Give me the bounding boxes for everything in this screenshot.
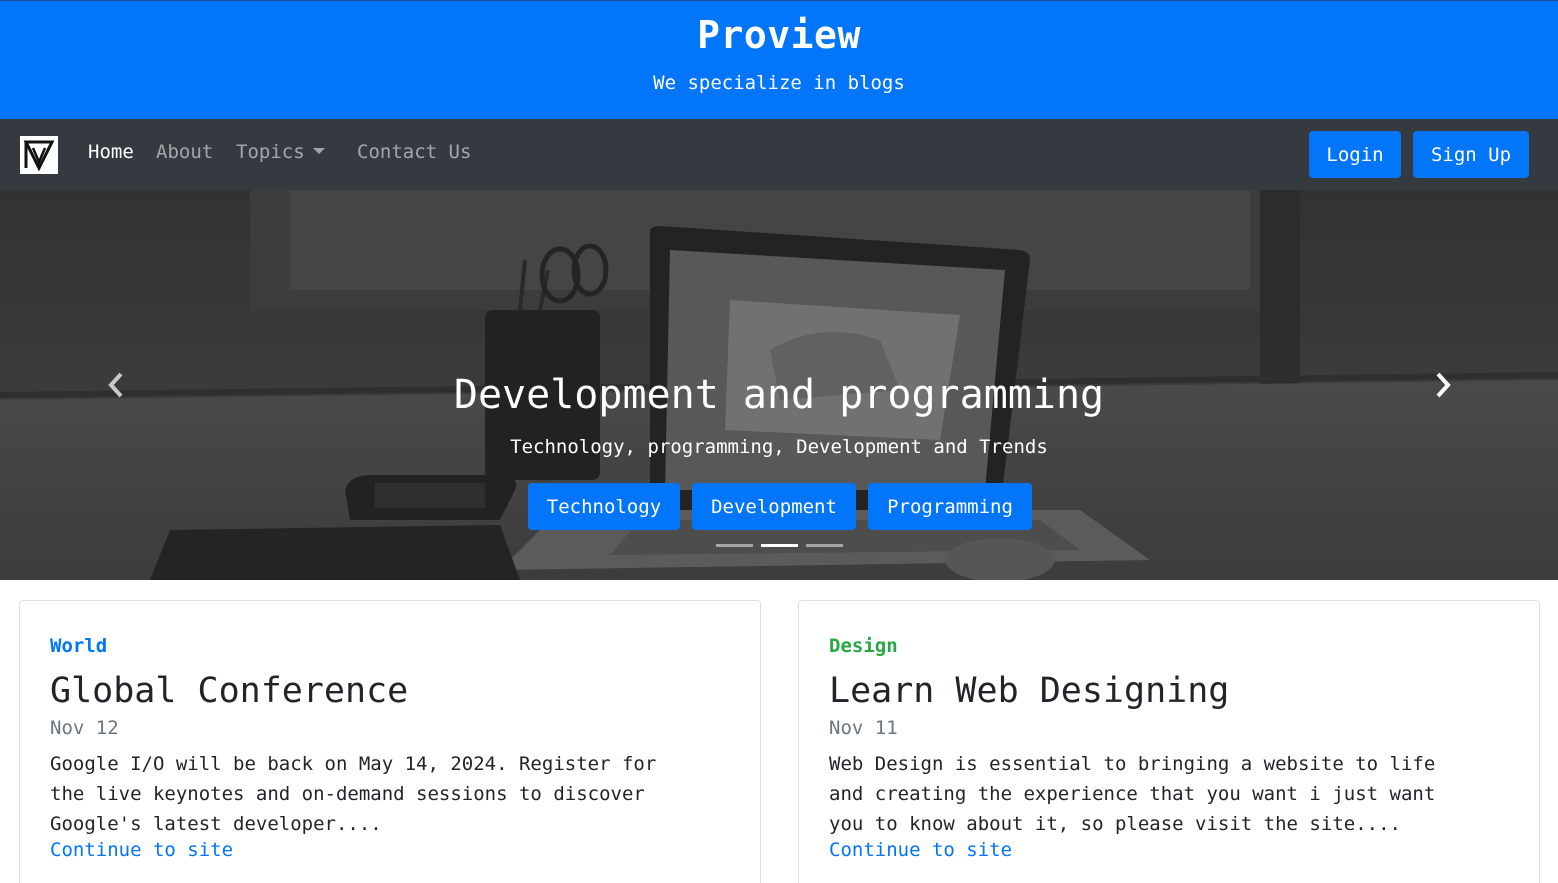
nav-home[interactable]: Home	[88, 141, 134, 163]
post-excerpt-line: Google's latest developer....	[50, 813, 382, 835]
post-title: Learn Web Designing	[829, 671, 1230, 711]
nav-topics-label: Topics	[236, 141, 305, 163]
hero-carousel: Development and programming Technology, …	[0, 190, 1558, 580]
nav-about[interactable]: About	[156, 141, 213, 163]
technology-button[interactable]: Technology	[528, 483, 680, 530]
carousel-indicator-3[interactable]	[806, 544, 843, 547]
post-date: Nov 11	[829, 717, 898, 739]
nav-contact[interactable]: Contact Us	[357, 141, 471, 163]
post-excerpt-line: Web Design is essential to bringing a we…	[829, 753, 1436, 775]
carousel-indicator-2[interactable]	[761, 544, 798, 547]
development-button[interactable]: Development	[692, 483, 856, 530]
continue-link[interactable]: Continue to site	[829, 839, 1012, 861]
nav-topics-dropdown[interactable]: Topics	[236, 141, 325, 163]
post-category: World	[50, 635, 108, 657]
post-excerpt: Google I/O will be back on May 14, 2024.…	[50, 749, 730, 839]
brand-logo-icon[interactable]	[20, 136, 58, 174]
post-card-world: World Global Conference Nov 12 Google I/…	[19, 600, 761, 883]
continue-link[interactable]: Continue to site	[50, 839, 233, 861]
carousel-subtitle: Technology, programming, Development and…	[510, 436, 1048, 458]
post-excerpt-line: the live keynotes and on-demand sessions…	[50, 783, 645, 805]
post-date: Nov 12	[50, 717, 119, 739]
post-category: Design	[829, 635, 898, 657]
post-excerpt-line: and creating the experience that you wan…	[829, 783, 1436, 805]
post-card-design: Design Learn Web Designing Nov 11 Web De…	[798, 600, 1540, 883]
carousel-indicator-1[interactable]	[716, 544, 753, 547]
post-title: Global Conference	[50, 671, 409, 711]
site-tagline: We specialize in blogs	[653, 72, 905, 94]
chevron-down-icon	[312, 148, 325, 154]
post-excerpt-line: you to know about it, so please visit th…	[829, 813, 1401, 835]
login-button[interactable]: Login	[1309, 131, 1401, 178]
post-excerpt-line: Google I/O will be back on May 14, 2024.…	[50, 753, 657, 775]
programming-button[interactable]: Programming	[868, 483, 1032, 530]
post-excerpt: Web Design is essential to bringing a we…	[829, 749, 1509, 839]
site-banner: Proview We specialize in blogs	[0, 0, 1558, 119]
signup-button[interactable]: Sign Up	[1413, 131, 1529, 178]
navbar: Home About Topics Contact Us Login Sign …	[0, 119, 1558, 190]
site-title: Proview	[697, 13, 861, 57]
carousel-title: Development and programming	[453, 372, 1105, 418]
